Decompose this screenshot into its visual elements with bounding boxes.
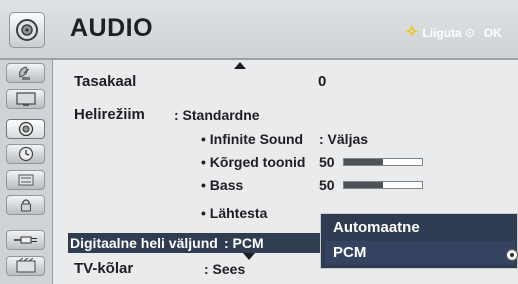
digital-out-options-popup: Automaatne PCM <box>320 213 518 269</box>
digital-out-value: : PCM <box>224 235 264 251</box>
ok-button-icon <box>465 29 474 37</box>
bass-value: 50 <box>319 177 335 193</box>
usb-media-icon[interactable] <box>6 256 45 276</box>
satellite-dish-icon[interactable] <box>6 63 45 83</box>
bass-level-fill <box>344 182 383 188</box>
audio-menu-icon <box>9 12 45 48</box>
navigation-hint: ✧ Liiguta OK <box>405 24 502 41</box>
treble-value: 50 <box>319 154 335 170</box>
lock-icon[interactable] <box>6 195 45 215</box>
treble-level-fill <box>344 159 383 165</box>
ok-hint-label: OK <box>483 26 502 40</box>
tv-screen-icon[interactable] <box>6 89 45 109</box>
bass-level-bar[interactable] <box>343 181 423 189</box>
bass-label[interactable]: • Bass <box>201 177 243 193</box>
audio-menu-screen: AUDIO ✧ Liiguta OK Tasakaal 0 Helirežiim… <box>0 0 518 284</box>
sound-mode-label[interactable]: Helirežiim <box>74 106 145 123</box>
clock-icon[interactable] <box>6 144 45 164</box>
digital-out-label[interactable]: Digitaalne heli väljund <box>70 235 218 251</box>
input-plug-icon[interactable] <box>6 230 45 250</box>
infinite-sound-value: : Väljas <box>319 131 369 147</box>
balance-value: 0 <box>318 73 327 90</box>
speaker-icon[interactable] <box>6 119 45 139</box>
move-hint-label: Liiguta <box>422 26 462 40</box>
option-automatic[interactable]: Automaatne <box>333 219 420 236</box>
reset-label[interactable]: • Lähtesta <box>201 205 267 221</box>
treble-label[interactable]: • Kõrged toonid <box>201 154 305 170</box>
treble-level-bar[interactable] <box>343 158 423 166</box>
infinite-sound-label[interactable]: • Infinite Sound <box>201 131 303 147</box>
move-arrows-icon: ✧ <box>405 24 419 41</box>
sound-mode-value: : Standardne <box>174 107 260 123</box>
options-icon[interactable] <box>6 170 45 190</box>
menu-sidebar <box>0 60 53 284</box>
option-pcm[interactable]: PCM <box>333 244 366 261</box>
tv-speaker-value: : Sees <box>204 261 246 277</box>
selected-radio-icon <box>506 249 518 261</box>
tv-speaker-label[interactable]: TV-kõlar <box>74 260 133 277</box>
page-title: AUDIO <box>70 14 154 42</box>
menu-header: AUDIO ✧ Liiguta OK <box>0 0 518 60</box>
scroll-down-arrow-icon[interactable] <box>243 253 255 260</box>
scroll-up-arrow-icon[interactable] <box>234 62 246 69</box>
balance-label[interactable]: Tasakaal <box>74 73 136 90</box>
